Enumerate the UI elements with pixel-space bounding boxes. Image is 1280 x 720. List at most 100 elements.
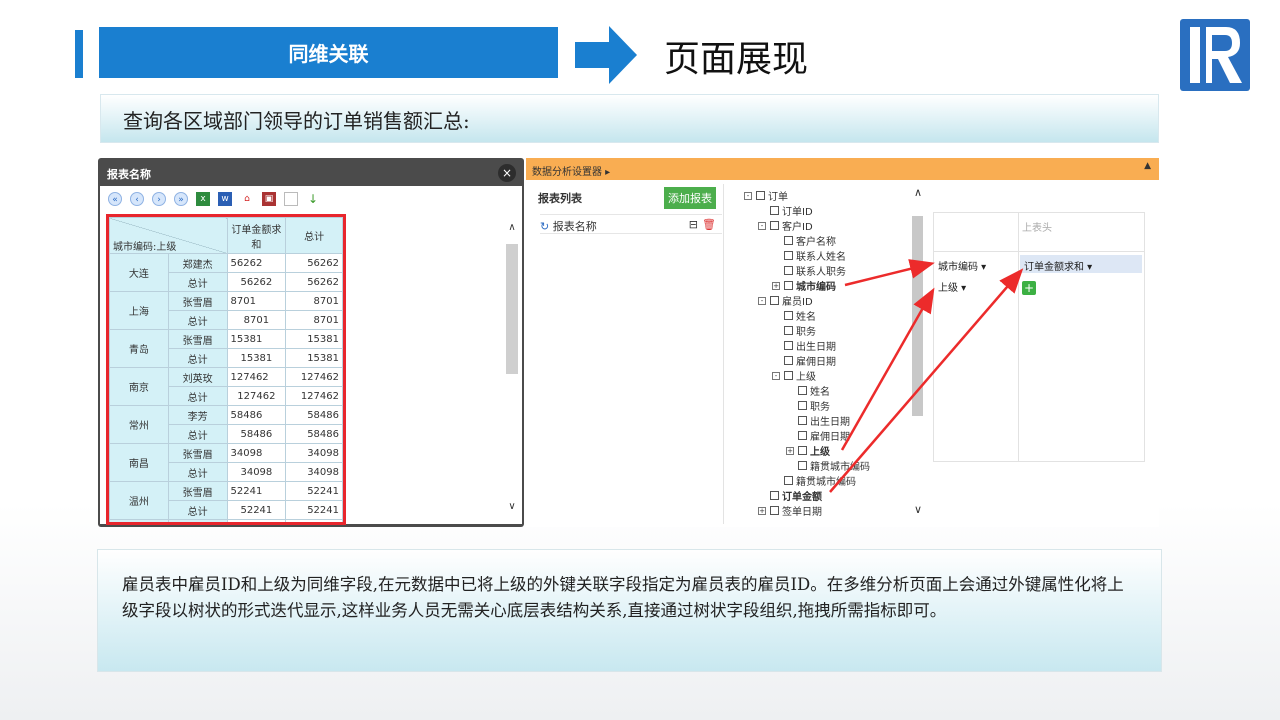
export-word-icon[interactable]: w — [218, 192, 232, 206]
export-pdf-icon[interactable]: ⌂ — [240, 192, 254, 206]
total-cell: 15381 — [285, 329, 343, 349]
tree-node[interactable]: 籍贯城市编码 — [772, 473, 856, 488]
total-cell: 127462 — [285, 367, 343, 387]
top-header-zone[interactable]: 上表头 — [1022, 219, 1052, 234]
subtotal-label: 总计 — [167, 424, 228, 444]
total-cell: 56262 — [285, 253, 343, 273]
tree-node[interactable]: 联系人职务 — [772, 263, 846, 278]
tree-node-label: 雇佣日期 — [810, 432, 850, 443]
total-cell: 34098 — [285, 443, 343, 463]
tree-node[interactable]: 姓名 — [786, 383, 830, 398]
tree-node[interactable]: 客户名称 — [772, 233, 836, 248]
refresh-icon[interactable]: ↻ — [540, 220, 549, 233]
row-field-superior[interactable]: 上级 ▾ — [938, 279, 966, 294]
total-cell: 58486 — [285, 405, 343, 425]
subtotal-total: 52241 — [285, 500, 343, 520]
dimension-icon — [756, 191, 765, 200]
last-page-icon[interactable]: » — [174, 192, 188, 206]
amount-cell: 58486 — [226, 405, 287, 425]
tree-node-label: 客户ID — [782, 222, 813, 233]
city-cell: 常州 — [109, 405, 169, 444]
field-icon — [784, 266, 793, 275]
tree-node[interactable]: 订单ID — [758, 203, 813, 218]
field-icon — [798, 401, 807, 410]
subtotal-total: 34098 — [285, 462, 343, 482]
accent-bar — [75, 30, 83, 78]
blank-doc-icon[interactable] — [284, 192, 298, 206]
tree-node-label: 职务 — [810, 402, 830, 413]
tree-node[interactable]: 职务 — [786, 398, 830, 413]
download-icon[interactable]: ↓ — [306, 192, 320, 206]
tree-node[interactable]: - 客户ID — [758, 218, 813, 233]
next-page-icon[interactable]: › — [152, 192, 166, 206]
prev-page-icon[interactable]: ‹ — [130, 192, 144, 206]
close-icon[interactable]: × — [498, 164, 516, 182]
tree-node[interactable]: + 上级 — [786, 443, 830, 458]
collapse-icon[interactable]: ▲ — [1144, 161, 1151, 171]
tree-node-label: 签单日期 — [782, 507, 822, 518]
expand-icon[interactable]: + — [786, 446, 794, 455]
row-field-city[interactable]: 城市编码 ▾ — [938, 258, 986, 273]
city-cell: 青岛 — [109, 329, 169, 368]
col-header-total: 总计 — [285, 217, 343, 254]
subtotal-amount: 127462 — [226, 386, 287, 406]
leader-cell: 李芳 — [167, 405, 228, 425]
tree-node[interactable]: + 签单日期 — [758, 503, 822, 518]
collapse-icon[interactable]: - — [758, 296, 766, 305]
collapse-icon[interactable]: - — [772, 371, 780, 380]
expand-icon[interactable]: + — [772, 281, 780, 290]
pivot-layout-grid: 上表头 城市编码 ▾ 上级 ▾ 订单金额求和 ▾ + — [933, 212, 1145, 462]
report-list-item[interactable]: ↻ 报表名称 ⊟ 🗑 — [540, 214, 722, 234]
leader-cell: 张颖 — [167, 519, 228, 522]
tree-scrollbar[interactable]: ∧ ∨ — [911, 186, 925, 516]
report-scrollbar[interactable]: ∧ ∨ — [506, 222, 518, 512]
tree-node[interactable]: + 城市编码 — [772, 278, 836, 293]
tree-node[interactable]: 雇佣日期 — [786, 428, 850, 443]
leader-cell: 刘英玫 — [167, 367, 228, 387]
subtotal-total: 56262 — [285, 272, 343, 292]
report-toolbar: « ‹ › » x w ⌂ ▣ ↓ — [100, 186, 522, 212]
print-icon[interactable]: ▣ — [262, 192, 276, 206]
field-icon — [798, 431, 807, 440]
tree-node-label: 客户名称 — [796, 237, 836, 248]
first-page-icon[interactable]: « — [108, 192, 122, 206]
edit-icon[interactable]: ⊟ — [689, 218, 698, 231]
tree-node[interactable]: - 雇员ID — [758, 293, 813, 308]
add-report-button[interactable]: 添加报表 — [664, 187, 716, 209]
total-cell: 56901 — [285, 519, 343, 522]
dimension-icon — [770, 221, 779, 230]
report-body: « ‹ › » x w ⌂ ▣ ↓ 城市编码:上级 订单金额求和 总计 大连 郑建杰 5… — [100, 186, 522, 525]
data-analysis-panel: 数据分析设置器 ▸ ▲ 报表列表 添加报表 ↻ 报表名称 ⊟ 🗑 - 订单 订单ID - 客户… — [526, 158, 1159, 527]
table-row: 上海 张雪眉 8701 8701 — [109, 291, 343, 330]
leader-cell: 郑建杰 — [167, 253, 228, 273]
tree-node[interactable]: 职务 — [772, 323, 816, 338]
corner-label: 城市编码:上级 — [113, 242, 177, 253]
tree-node[interactable]: 姓名 — [772, 308, 816, 323]
export-excel-icon[interactable]: x — [196, 192, 210, 206]
add-measure-button[interactable]: + — [1022, 281, 1036, 295]
subtotal-total: 58486 — [285, 424, 343, 444]
amount-cell: 8701 — [226, 291, 287, 311]
leader-cell: 张雪眉 — [167, 329, 228, 349]
tree-node[interactable]: - 上级 — [772, 368, 816, 383]
tree-node[interactable]: 籍贯城市编码 — [786, 458, 870, 473]
dimension-icon — [798, 446, 807, 455]
collapse-icon[interactable]: - — [744, 191, 752, 200]
tree-node-label: 姓名 — [810, 387, 830, 398]
delete-icon[interactable]: 🗑 — [702, 218, 716, 231]
tree-node[interactable]: 雇佣日期 — [772, 353, 836, 368]
tree-node-label: 上级 — [796, 372, 816, 383]
expand-icon[interactable]: + — [758, 506, 766, 515]
dimension-icon — [770, 506, 779, 515]
amount-cell: 34098 — [226, 443, 287, 463]
field-tree: - 订单 订单ID - 客户ID 客户名称 联系人姓名 联系人职务 + 城市编码 - 雇员ID 姓名 职务… — [738, 184, 924, 524]
collapse-icon[interactable]: - — [758, 221, 766, 230]
leader-cell: 张雪眉 — [167, 481, 228, 501]
tree-node[interactable]: 出生日期 — [786, 413, 850, 428]
tree-node[interactable]: - 订单 — [744, 188, 788, 203]
tree-node[interactable]: 联系人姓名 — [772, 248, 846, 263]
subtotal-label: 总计 — [167, 272, 228, 292]
tree-node[interactable]: 订单金额 — [758, 488, 822, 503]
subtotal-amount: 34098 — [226, 462, 287, 482]
tree-node[interactable]: 出生日期 — [772, 338, 836, 353]
